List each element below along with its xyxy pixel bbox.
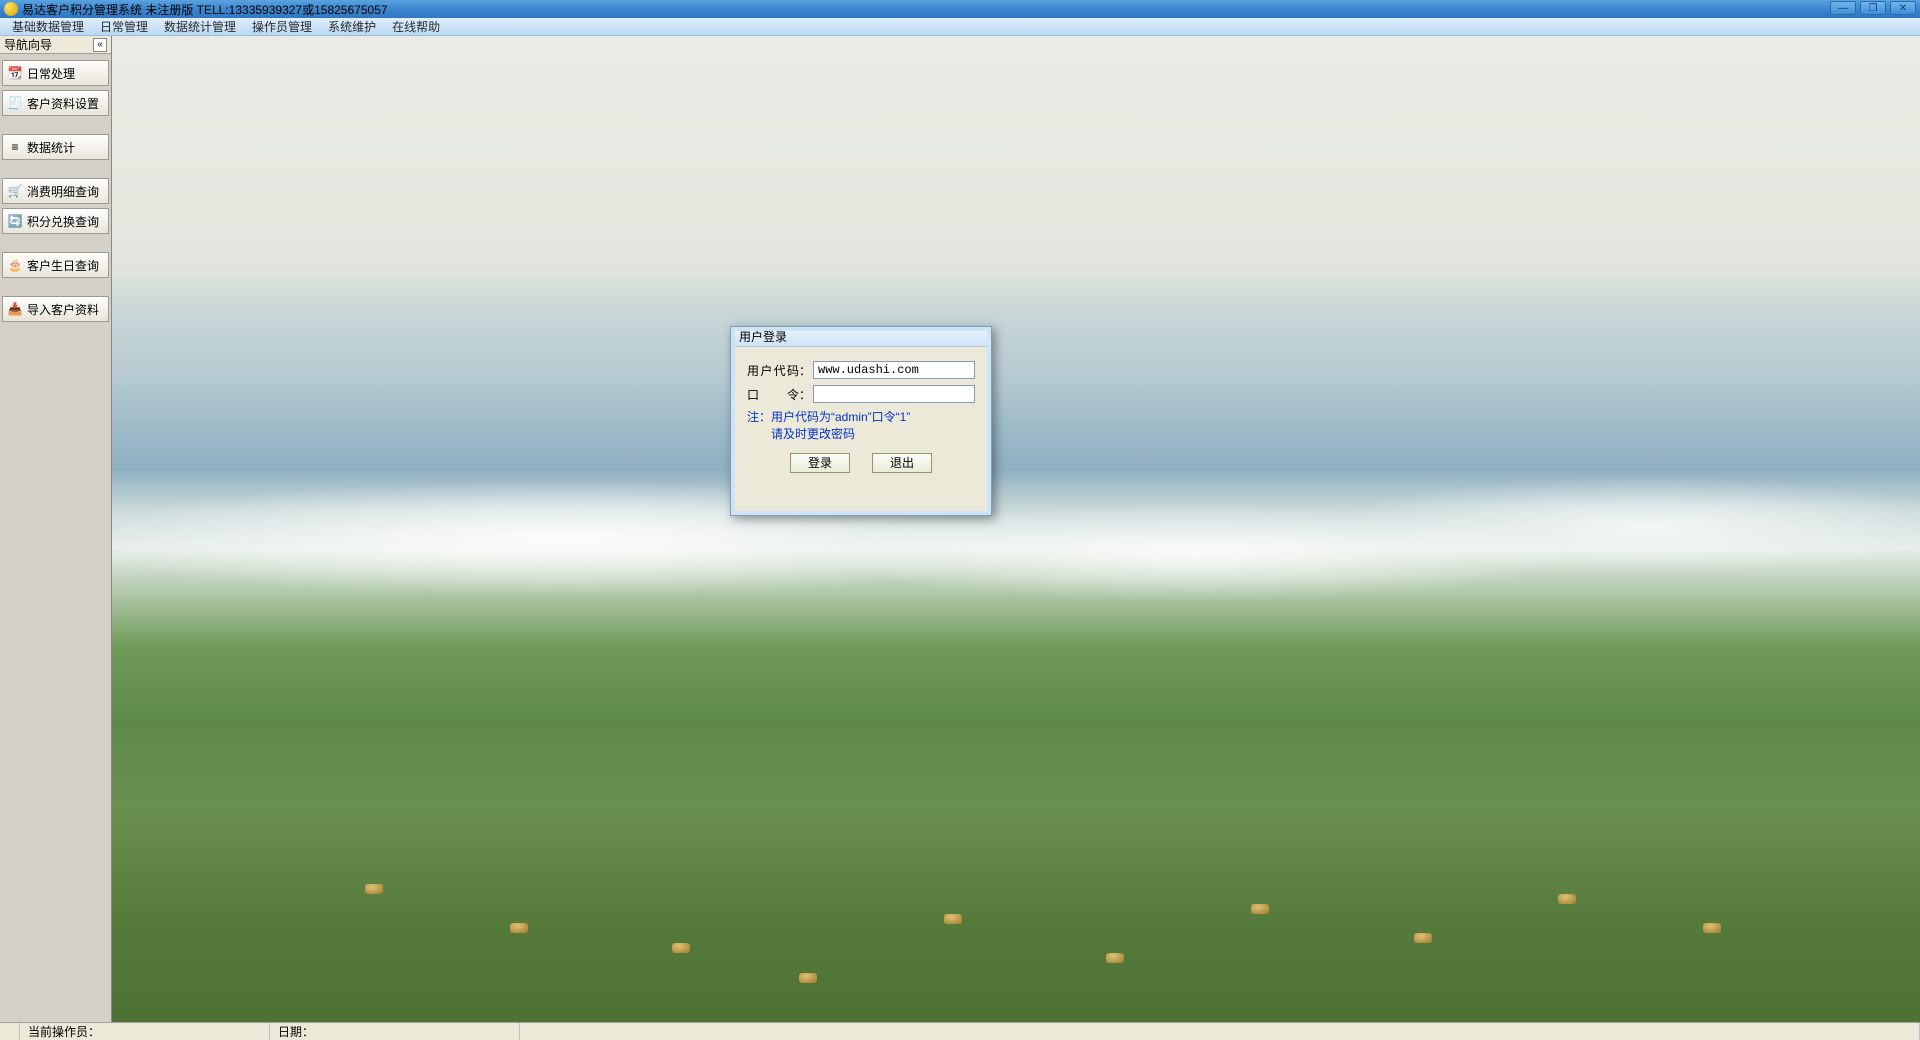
nav-birthday-query[interactable]: 🎂 客户生日查询 bbox=[2, 252, 109, 278]
exit-button[interactable]: 退出 bbox=[872, 453, 932, 473]
login-dialog-title: 用户登录 bbox=[731, 327, 991, 347]
status-spacer bbox=[0, 1023, 20, 1040]
login-button-row: 登录 退出 bbox=[747, 453, 975, 473]
menu-basic-data[interactable]: 基础数据管理 bbox=[4, 18, 92, 36]
window-controls: ― ❐ ✕ bbox=[1830, 1, 1916, 15]
stats-icon: ≡ bbox=[7, 139, 23, 155]
status-operator: 当前操作员： bbox=[20, 1023, 270, 1040]
nav-consume-detail[interactable]: 🛒 消费明细查询 bbox=[2, 178, 109, 204]
import-icon: 📥 bbox=[7, 301, 23, 317]
user-label: 用户代码 bbox=[747, 362, 799, 379]
colon: ： bbox=[799, 386, 811, 403]
password-row: 口 令 ： bbox=[747, 385, 975, 403]
nav-label: 消费明细查询 bbox=[27, 183, 99, 200]
sidebar-header: 导航向导 « bbox=[0, 36, 111, 54]
close-button[interactable]: ✕ bbox=[1890, 1, 1916, 15]
birthday-icon: 🎂 bbox=[7, 257, 23, 273]
workspace: 导航向导 « 📆 日常处理 🧾 客户资料设置 ≡ 数据统计 bbox=[0, 36, 1920, 1022]
customer-icon: 🧾 bbox=[7, 95, 23, 111]
nav-group-1: 📆 日常处理 🧾 客户资料设置 bbox=[2, 60, 109, 116]
nav-data-stats[interactable]: ≡ 数据统计 bbox=[2, 134, 109, 160]
nav-customer-setup[interactable]: 🧾 客户资料设置 bbox=[2, 90, 109, 116]
password-label: 口 令 bbox=[747, 386, 799, 403]
user-row: 用户代码 ： bbox=[747, 361, 975, 379]
colon: ： bbox=[799, 362, 811, 379]
sidebar-collapse-button[interactable]: « bbox=[93, 38, 107, 52]
minimize-button[interactable]: ― bbox=[1830, 1, 1856, 15]
menu-stats[interactable]: 数据统计管理 bbox=[156, 18, 244, 36]
status-date-label: 日期： bbox=[278, 1023, 314, 1040]
nav-group-2: ≡ 数据统计 bbox=[2, 134, 109, 160]
nav-label: 客户生日查询 bbox=[27, 257, 99, 274]
consume-icon: 🛒 bbox=[7, 183, 23, 199]
note-line-2: 请及时更改密码 bbox=[747, 426, 975, 443]
login-button[interactable]: 登录 bbox=[790, 453, 850, 473]
nav-daily-process[interactable]: 📆 日常处理 bbox=[2, 60, 109, 86]
maximize-button[interactable]: ❐ bbox=[1860, 1, 1886, 15]
sidebar: 导航向导 « 📆 日常处理 🧾 客户资料设置 ≡ 数据统计 bbox=[0, 36, 112, 1022]
content-area: 用户登录 用户代码 ： 口 令 ： 注：用户代码为“admin”口令“1” 请及… bbox=[112, 36, 1920, 1022]
status-operator-label: 当前操作员： bbox=[28, 1023, 100, 1040]
login-dialog: 用户登录 用户代码 ： 口 令 ： 注：用户代码为“admin”口令“1” 请及… bbox=[730, 326, 992, 516]
nav-points-exchange[interactable]: 🔄 积分兑换查询 bbox=[2, 208, 109, 234]
status-flex bbox=[520, 1023, 1920, 1040]
sidebar-body: 📆 日常处理 🧾 客户资料设置 ≡ 数据统计 🛒 消费明细查询 bbox=[0, 54, 111, 346]
nav-label: 日常处理 bbox=[27, 65, 75, 82]
menu-daily[interactable]: 日常管理 bbox=[92, 18, 156, 36]
menubar: 基础数据管理 日常管理 数据统计管理 操作员管理 系统维护 在线帮助 bbox=[0, 18, 1920, 36]
statusbar: 当前操作员： 日期： bbox=[0, 1022, 1920, 1040]
nav-label: 积分兑换查询 bbox=[27, 213, 99, 230]
nav-label: 数据统计 bbox=[27, 139, 75, 156]
calendar-icon: 📆 bbox=[7, 65, 23, 81]
titlebar: 易达客户积分管理系统 未注册版 TELL:13335939327或1582567… bbox=[0, 0, 1920, 18]
points-icon: 🔄 bbox=[7, 213, 23, 229]
sidebar-title: 导航向导 bbox=[4, 36, 52, 53]
nav-group-4: 🎂 客户生日查询 bbox=[2, 252, 109, 278]
login-dialog-body: 用户代码 ： 口 令 ： 注：用户代码为“admin”口令“1” 请及时更改密码… bbox=[731, 347, 991, 481]
nav-label: 客户资料设置 bbox=[27, 95, 99, 112]
menu-operator[interactable]: 操作员管理 bbox=[244, 18, 320, 36]
menu-system[interactable]: 系统维护 bbox=[320, 18, 384, 36]
password-input[interactable] bbox=[813, 385, 975, 403]
user-code-input[interactable] bbox=[813, 361, 975, 379]
window-title: 易达客户积分管理系统 未注册版 TELL:13335939327或1582567… bbox=[22, 1, 388, 18]
nav-group-5: 📥 导入客户资料 bbox=[2, 296, 109, 322]
status-date: 日期： bbox=[270, 1023, 520, 1040]
nav-label: 导入客户资料 bbox=[27, 301, 99, 318]
note-line-1: 注：用户代码为“admin”口令“1” bbox=[747, 409, 975, 426]
menu-help[interactable]: 在线帮助 bbox=[384, 18, 448, 36]
login-note: 注：用户代码为“admin”口令“1” 请及时更改密码 bbox=[747, 409, 975, 443]
app-icon bbox=[4, 2, 18, 16]
nav-group-3: 🛒 消费明细查询 🔄 积分兑换查询 bbox=[2, 178, 109, 234]
nav-import-customer[interactable]: 📥 导入客户资料 bbox=[2, 296, 109, 322]
